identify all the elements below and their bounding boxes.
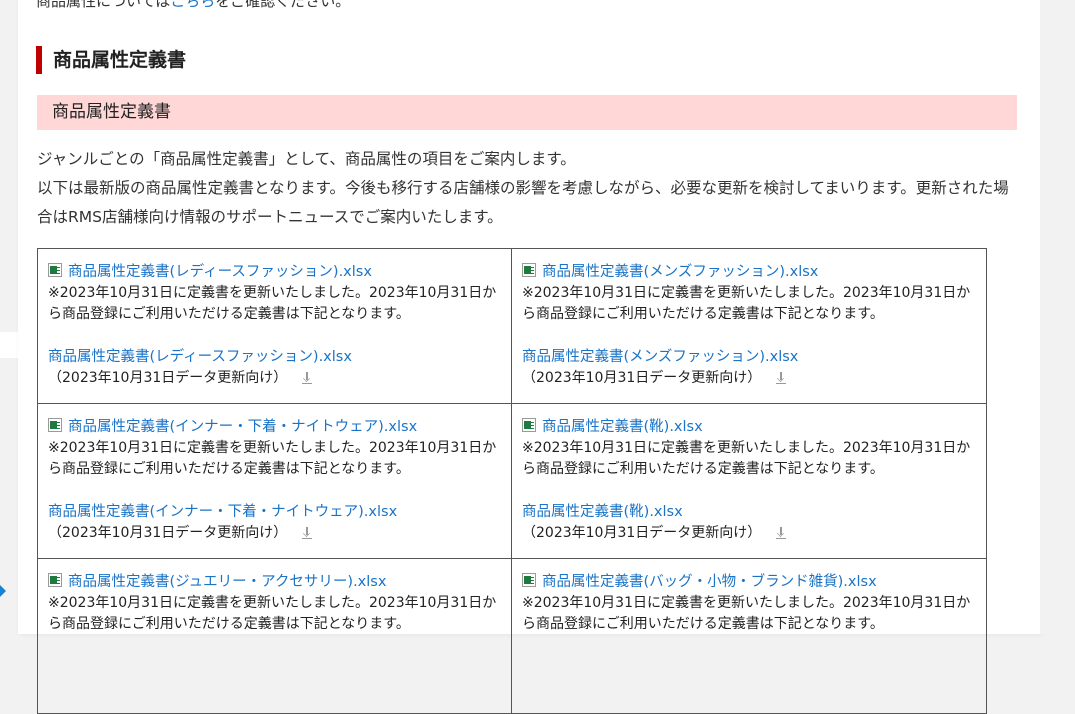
section-title: 商品属性定義書 [36,46,186,74]
excel-file-icon [522,573,536,587]
date-note-text: （2023年10月31日データ更新向け） [48,370,288,386]
intro-prefix: 商品属性については [36,0,171,10]
file-note: ※2023年10月31日に定義書を更新いたしました。2023年10月31日から商… [522,285,971,322]
date-note-text: （2023年10月31日データ更新向け） [48,525,288,541]
file-note: ※2023年10月31日に定義書を更新いたしました。2023年10月31日から商… [522,595,971,632]
file-title[interactable]: 商品属性定義書(インナー・下着・ナイトウェア).xlsx [68,415,417,436]
download-icon[interactable] [301,372,313,384]
file-title[interactable]: 商品属性定義書(バッグ・小物・ブランド雑貨).xlsx [542,570,877,591]
file-title[interactable]: 商品属性定義書(靴).xlsx [542,415,703,436]
file-link[interactable]: 商品属性定義書(ジュエリー・アクセサリー).xlsx [48,570,501,590]
excel-file-icon [48,263,62,277]
page-background [0,0,18,634]
download-icon[interactable] [775,372,787,384]
description: ジャンルごとの「商品属性定義書」として、商品属性の項目をご案内します。 以下は最… [37,145,1019,232]
description-line: 以下は最新版の商品属性定義書となります。今後も移行する店舗様の影響を考慮しながら… [37,179,1009,226]
excel-file-icon [48,418,62,432]
file-link[interactable]: 商品属性定義書(インナー・下着・ナイトウェア).xlsx [48,415,501,435]
date-note: （2023年10月31日データ更新向け） [522,367,976,389]
file-title[interactable]: 商品属性定義書(ジュエリー・アクセサリー).xlsx [68,570,386,591]
intro-text: 商品属性についてはこちらをご確認ください。 [36,0,350,11]
date-note-text: （2023年10月31日データ更新向け） [522,525,762,541]
download-link[interactable]: 商品属性定義書(メンズファッション).xlsx [522,347,976,367]
page-margin-right [1040,0,1075,634]
excel-file-icon [522,418,536,432]
download-link[interactable]: 商品属性定義書(靴).xlsx [522,502,976,522]
file-cell: 商品属性定義書(ジュエリー・アクセサリー).xlsx ※2023年10月31日に… [38,559,512,714]
date-note: （2023年10月31日データ更新向け） [522,522,976,544]
file-note: ※2023年10月31日に定義書を更新いたしました。2023年10月31日から商… [48,595,497,632]
side-nav-arrow-icon[interactable] [0,585,6,597]
file-table: 商品属性定義書(レディースファッション).xlsx ※2023年10月31日に定… [37,248,987,714]
download-link[interactable]: 商品属性定義書(インナー・下着・ナイトウェア).xlsx [48,502,501,522]
date-note: （2023年10月31日データ更新向け） [48,367,501,389]
date-note: （2023年10月31日データ更新向け） [48,522,501,544]
download-link[interactable]: 商品属性定義書(レディースファッション).xlsx [48,347,501,367]
file-link[interactable]: 商品属性定義書(レディースファッション).xlsx [48,260,501,280]
intro-suffix: をご確認ください。 [215,0,351,10]
excel-file-icon [522,263,536,277]
file-note: ※2023年10月31日に定義書を更新いたしました。2023年10月31日から商… [48,440,497,477]
subheader-title: 商品属性定義書 [52,102,171,122]
subheader-bar: 商品属性定義書 [37,95,1017,130]
description-line: ジャンルごとの「商品属性定義書」として、商品属性の項目をご案内します。 [37,150,576,168]
file-cell: 商品属性定義書(メンズファッション).xlsx ※2023年10月31日に定義書… [512,249,986,404]
excel-file-icon [48,573,62,587]
date-note-text: （2023年10月31日データ更新向け） [522,370,762,386]
file-cell: 商品属性定義書(インナー・下着・ナイトウェア).xlsx ※2023年10月31… [38,404,512,559]
file-cell: 商品属性定義書(レディースファッション).xlsx ※2023年10月31日に定… [38,249,512,404]
side-panel-edge [0,332,18,358]
file-cell: 商品属性定義書(バッグ・小物・ブランド雑貨).xlsx ※2023年10月31日… [512,559,986,714]
file-link[interactable]: 商品属性定義書(バッグ・小物・ブランド雑貨).xlsx [522,570,976,590]
file-note: ※2023年10月31日に定義書を更新いたしました。2023年10月31日から商… [522,440,971,477]
download-icon[interactable] [775,527,787,539]
download-icon[interactable] [301,527,313,539]
file-note: ※2023年10月31日に定義書を更新いたしました。2023年10月31日から商… [48,285,497,322]
file-title[interactable]: 商品属性定義書(メンズファッション).xlsx [542,260,818,281]
file-link[interactable]: 商品属性定義書(メンズファッション).xlsx [522,260,976,280]
file-title[interactable]: 商品属性定義書(レディースファッション).xlsx [68,260,372,281]
file-cell: 商品属性定義書(靴).xlsx ※2023年10月31日に定義書を更新いたしまし… [512,404,986,559]
file-link[interactable]: 商品属性定義書(靴).xlsx [522,415,976,435]
intro-link[interactable]: こちら [170,0,215,10]
main-content: 商品属性についてはこちらをご確認ください。 商品属性定義書 商品属性定義書 ジャ… [18,0,1040,714]
